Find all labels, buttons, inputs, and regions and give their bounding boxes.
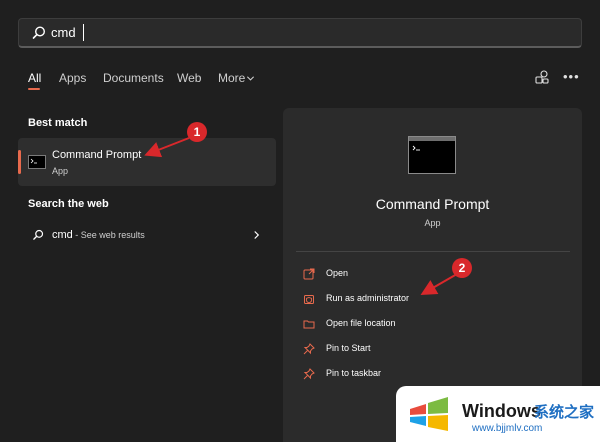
search-input[interactable]: cmd <box>51 25 76 40</box>
action-run-as-administrator[interactable]: Run as administrator <box>300 291 500 309</box>
windows-logo-icon <box>410 397 448 431</box>
web-result-suffix: - See web results <box>72 230 145 240</box>
pin-icon <box>303 368 315 380</box>
detail-title: Command Prompt <box>375 196 490 212</box>
action-pin-to-start[interactable]: Pin to Start <box>300 341 500 359</box>
action-label: Pin to Start <box>326 343 371 353</box>
web-query: cmd <box>52 229 73 241</box>
detail-type: App <box>424 218 441 228</box>
tab-more[interactable]: More <box>218 71 245 85</box>
command-prompt-icon <box>28 155 46 169</box>
share-icon[interactable] <box>534 69 550 85</box>
action-label: Pin to taskbar <box>326 368 382 378</box>
divider <box>296 251 570 252</box>
best-match-heading: Best match <box>28 117 88 129</box>
tab-active-indicator <box>28 88 40 90</box>
chevron-right-icon[interactable] <box>253 230 260 240</box>
watermark-brand: Windows <box>462 401 541 421</box>
open-icon <box>303 268 315 280</box>
web-heading: Search the web <box>28 198 109 210</box>
search-icon <box>32 26 46 39</box>
best-match-name: Command Prompt <box>52 149 142 161</box>
search-icon <box>33 229 44 240</box>
best-match-result[interactable] <box>18 138 276 186</box>
selection-accent <box>18 150 21 174</box>
tab-web[interactable]: Web <box>177 71 201 85</box>
tab-apps[interactable]: Apps <box>59 71 86 85</box>
tab-all[interactable]: All <box>28 71 41 85</box>
tab-documents[interactable]: Documents <box>103 71 164 85</box>
watermark-url: www.bjjmlv.com <box>472 423 543 434</box>
pin-icon <box>303 343 315 355</box>
text-caret <box>83 24 84 41</box>
annotation-badge-2: 2 <box>452 258 472 278</box>
chevron-down-icon[interactable] <box>246 74 255 83</box>
command-prompt-icon <box>408 136 456 174</box>
action-label: Run as administrator <box>326 293 410 303</box>
action-pin-to-taskbar[interactable]: Pin to taskbar <box>300 366 500 384</box>
search-bar[interactable]: cmd <box>18 18 582 48</box>
shield-icon <box>304 295 314 304</box>
folder-icon <box>303 320 315 329</box>
best-match-type: App <box>52 166 69 176</box>
action-label: Open file location <box>326 318 396 328</box>
action-open-file-location[interactable]: Open file location <box>300 316 500 334</box>
watermark-chinese: 系统之家 <box>534 404 595 421</box>
action-label: Open <box>326 268 349 278</box>
more-options-icon[interactable]: ••• <box>563 70 580 83</box>
annotation-badge-1: 1 <box>187 122 207 142</box>
web-result-label: cmd - See web results <box>52 229 145 241</box>
